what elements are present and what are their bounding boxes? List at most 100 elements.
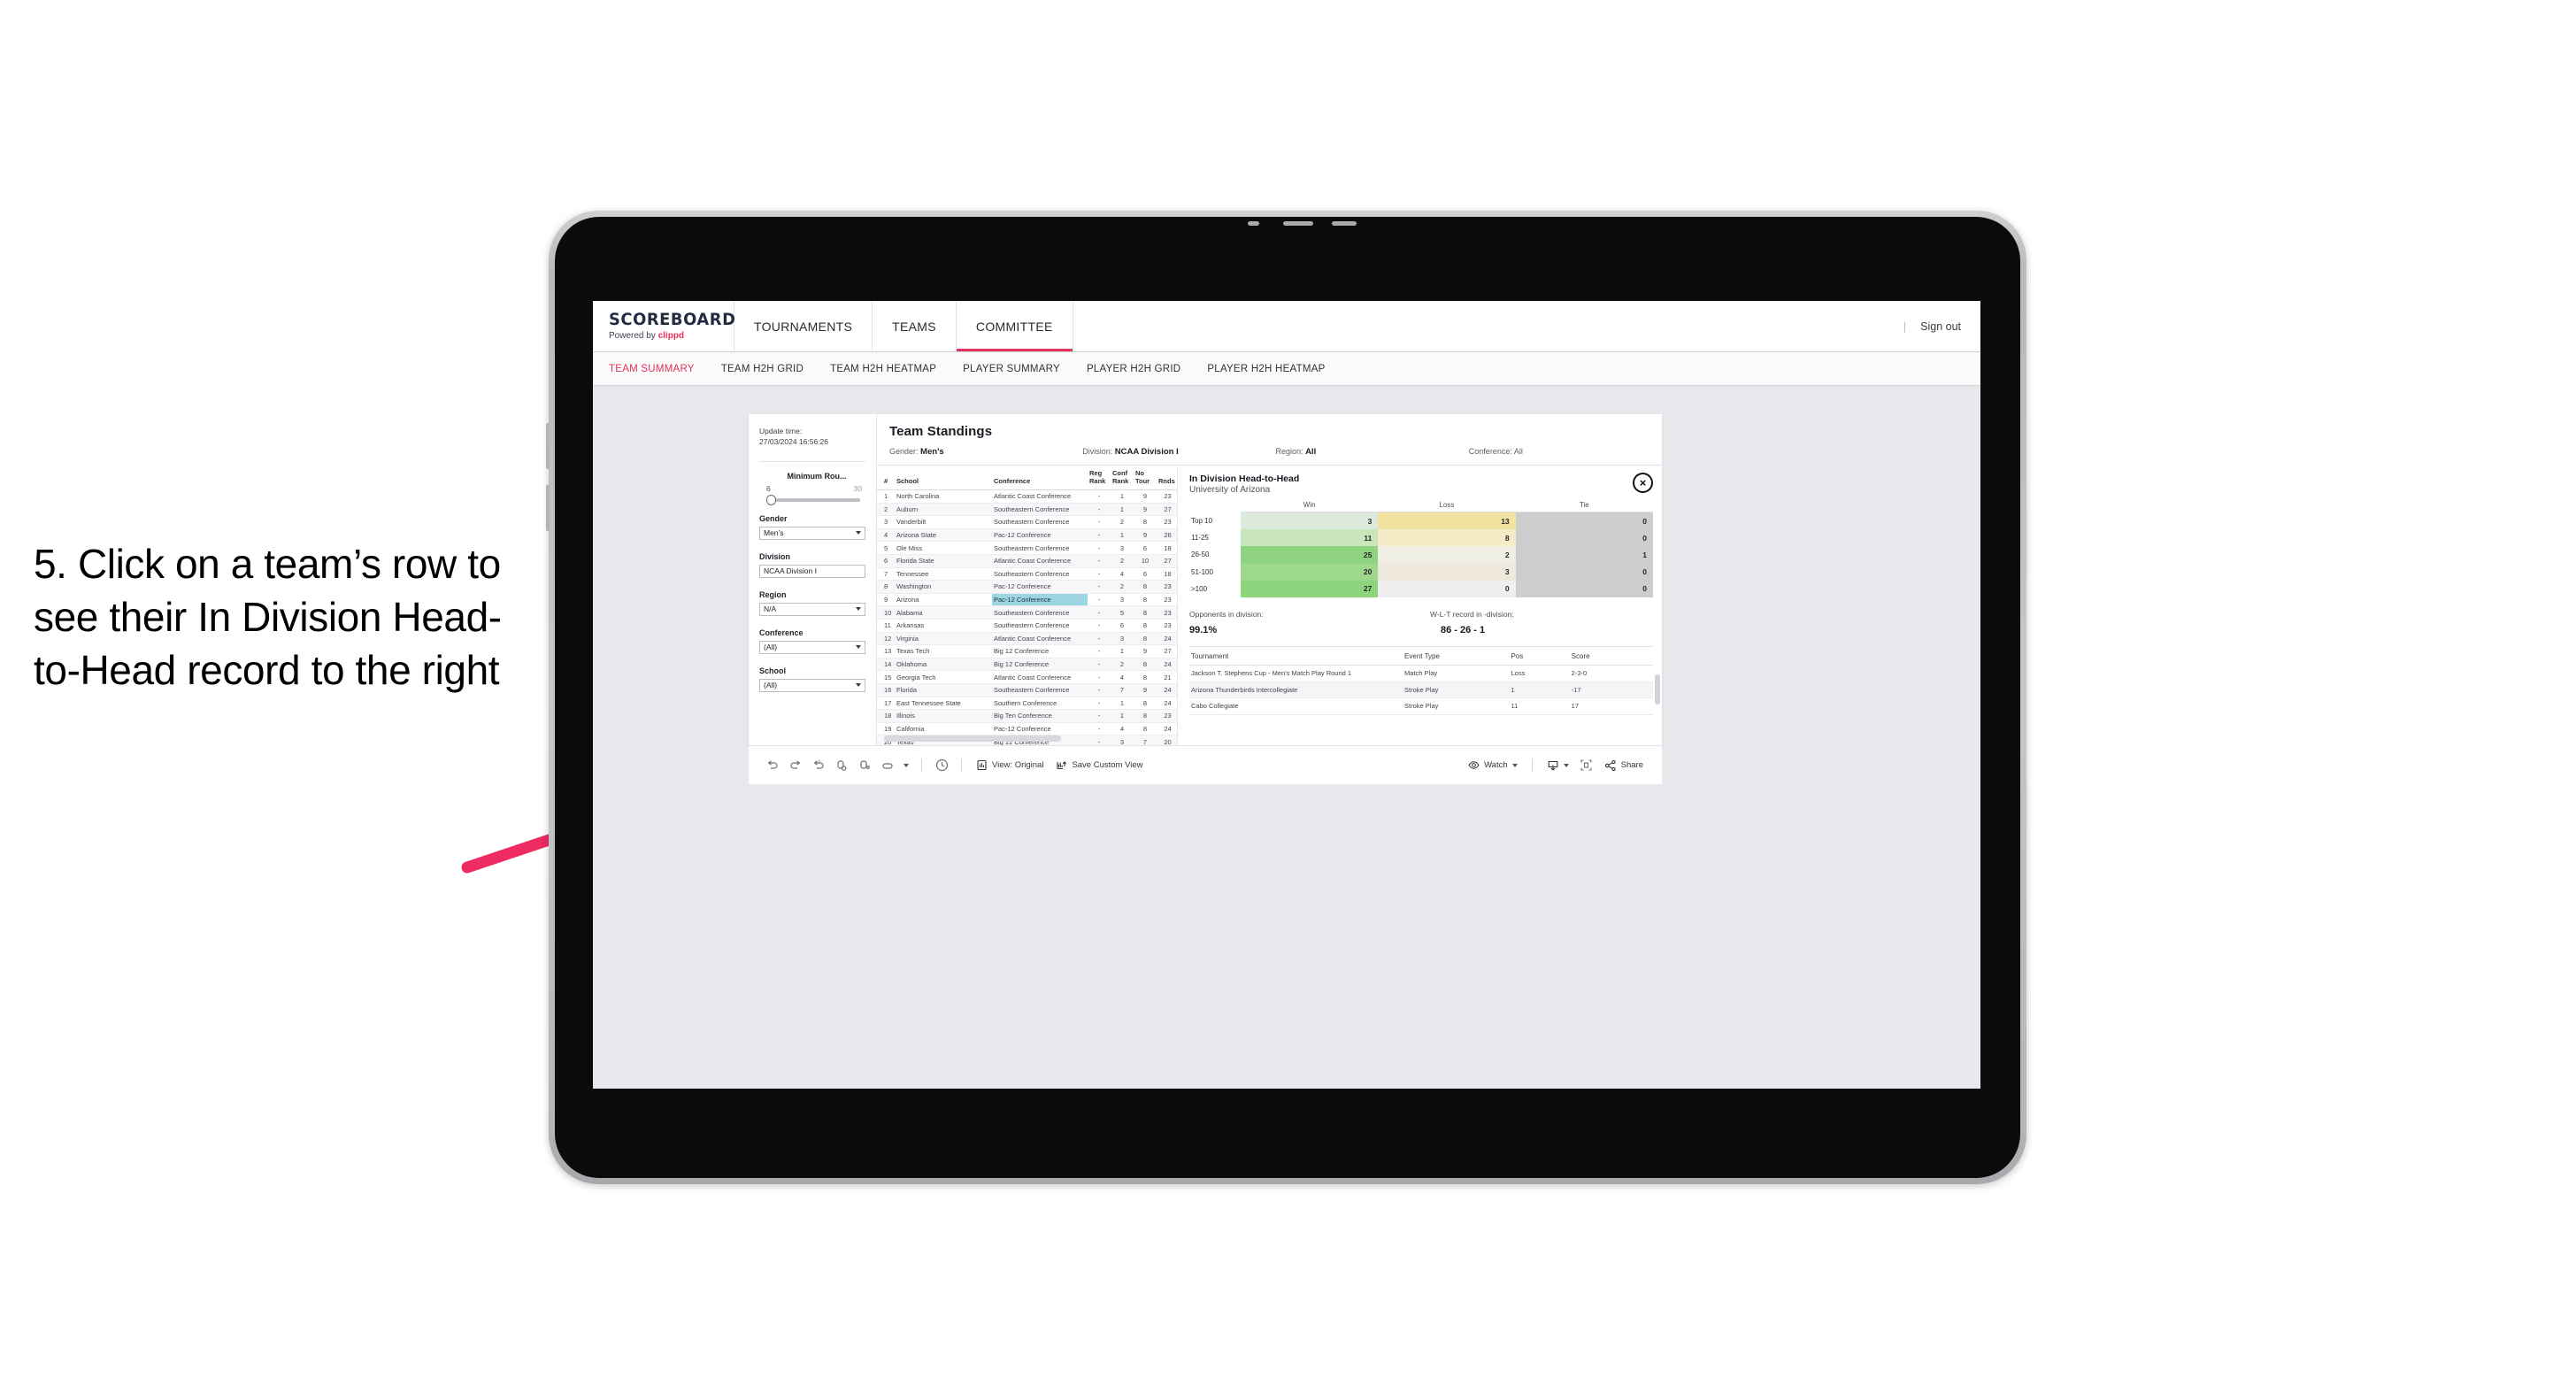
- clock-icon[interactable]: [930, 754, 953, 777]
- tab-player-h2h-grid[interactable]: PLAYER H2H GRID: [1087, 364, 1180, 374]
- minimum-rounds-slider[interactable]: [766, 494, 860, 505]
- slider-handle[interactable]: [766, 494, 776, 505]
- cell-rnds: 23: [1157, 619, 1177, 633]
- heatmap-cell-win: 3: [1241, 512, 1379, 530]
- table-row[interactable]: 17 East Tennessee State Southern Conferenc…: [877, 697, 1177, 711]
- table-row[interactable]: 9ArizonaPac-12 Conference-38232: [877, 593, 1177, 607]
- cell-reg-rank: -: [1088, 619, 1111, 633]
- cell-rank: 19: [877, 722, 895, 736]
- pause-updates-icon[interactable]: [853, 754, 876, 777]
- watch-button[interactable]: Watch: [1462, 759, 1524, 771]
- table-row[interactable]: 13Texas TechBig 12 Conference-19272: [877, 644, 1177, 658]
- nav-tab-committee[interactable]: COMMITTEE: [956, 301, 1073, 351]
- cell-reg-rank: -: [1088, 697, 1111, 711]
- cell-reg-rank: -: [1088, 503, 1111, 517]
- toolbar-divider: [1531, 758, 1533, 772]
- share-button[interactable]: Share: [1598, 759, 1649, 772]
- table-row[interactable]: 12 Virginia Atlantic Coast Conference -3 8 24…: [877, 632, 1177, 646]
- table-row[interactable]: 7TennesseeSoutheastern Conference-46182: [877, 567, 1177, 581]
- sign-out-link[interactable]: Sign out: [1920, 320, 1961, 333]
- cell-no-tour: 9: [1134, 644, 1157, 658]
- col-rank: #: [877, 466, 895, 490]
- heatmap-cell-tie: 0: [1515, 512, 1653, 530]
- cell-conf-rank: 2: [1111, 554, 1134, 568]
- tournament-row[interactable]: Arizona Thunderbirds Intercollegiate Stro…: [1189, 681, 1653, 699]
- chevron-down-icon: [1563, 763, 1569, 767]
- tournament-row[interactable]: Jackson T. Stephens Cup - Men’s Match Pl…: [1189, 665, 1653, 682]
- heatmap-cell-loss: 8: [1378, 529, 1516, 547]
- table-row[interactable]: 4Arizona StatePac-12 Conference-19261: [877, 528, 1177, 543]
- tab-player-h2h-heatmap[interactable]: PLAYER H2H HEATMAP: [1207, 364, 1325, 374]
- tab-player-summary[interactable]: PLAYER SUMMARY: [963, 364, 1060, 374]
- view-original-button[interactable]: View: Original: [970, 759, 1050, 771]
- wlt-value: 86 - 26 - 1: [1441, 624, 1486, 635]
- gender-select[interactable]: Men’s: [759, 526, 865, 540]
- chevron-down-icon: [856, 531, 861, 535]
- tournament-header-row: Tournament Event Type Pos Score: [1189, 648, 1653, 666]
- table-row[interactable]: 10AlabamaSoutheastern Conference-58233: [877, 605, 1177, 620]
- cell-rnds: 24: [1157, 683, 1177, 697]
- table-row[interactable]: 15 Georgia Tech Atlantic Coast Conference -…: [877, 670, 1177, 684]
- redo-icon[interactable]: [784, 754, 807, 777]
- tab-team-summary[interactable]: TEAM SUMMARY: [609, 364, 695, 374]
- table-row[interactable]: 8WashingtonPac-12 Conference-28231: [877, 580, 1177, 594]
- table-row[interactable]: 5Ole MissSoutheastern Conference-36181: [877, 541, 1177, 555]
- eye-icon: [1468, 761, 1480, 769]
- wlt-record: W-L-T record in -division: 86 - 26 - 1: [1421, 610, 1653, 635]
- table-row[interactable]: 2AuburnSoutheastern Conference-19276: [877, 503, 1177, 517]
- gender-filter: Gender Men’s: [759, 514, 865, 540]
- slider-range-labels: 6 30: [759, 484, 865, 493]
- cell-no-tour: 8: [1134, 632, 1157, 646]
- cell-reg-rank: -: [1088, 683, 1111, 697]
- cell-school: Ole Miss: [895, 541, 992, 555]
- table-row[interactable]: 14OklahomaBig 12 Conference-28242: [877, 658, 1177, 672]
- table-row[interactable]: 18IllinoisBig Ten Conference-18233: [877, 709, 1177, 723]
- chevron-down-icon[interactable]: [899, 754, 913, 777]
- cell-pos: Loss: [1509, 665, 1570, 682]
- tournament-row[interactable]: Cabo Collegiate Stroke Play 11 17: [1189, 697, 1653, 716]
- region-select[interactable]: N/A: [759, 602, 865, 616]
- cell-rnds: 27: [1157, 503, 1177, 517]
- conference-select[interactable]: (All): [759, 640, 865, 654]
- tournament-scrollbar[interactable]: [1655, 674, 1660, 705]
- cell-conference: Atlantic Coast Conference: [992, 489, 1088, 504]
- cell-rnds: 26: [1157, 528, 1177, 543]
- heatmap-cell-tie: 0: [1515, 563, 1653, 581]
- minimum-rounds-label: Minimum Rou...: [787, 471, 847, 481]
- nav-tab-teams[interactable]: TEAMS: [873, 301, 957, 351]
- cell-school: California: [895, 722, 992, 736]
- heatmap-cell-win: 11: [1241, 529, 1379, 547]
- table-row[interactable]: 3VanderbiltSoutheastern Conference-28235: [877, 515, 1177, 529]
- cell-conference: Big Ten Conference: [992, 709, 1088, 723]
- table-row[interactable]: 1 North Carolina Atlantic Coast Conference…: [877, 489, 1177, 504]
- table-row[interactable]: 16FloridaSoutheastern Conference-79244: [877, 683, 1177, 697]
- opponents-value: 99.1%: [1189, 624, 1218, 635]
- close-icon[interactable]: ×: [1633, 473, 1653, 493]
- tab-team-h2h-grid[interactable]: TEAM H2H GRID: [721, 364, 804, 374]
- table-row[interactable]: 19CaliforniaPac-12 Conference-48242: [877, 722, 1177, 736]
- school-select[interactable]: (All): [759, 678, 865, 692]
- horizontal-scrollbar[interactable]: [884, 735, 1061, 742]
- division-select[interactable]: NCAA Division I: [759, 564, 865, 578]
- tab-team-h2h-heatmap[interactable]: TEAM H2H HEATMAP: [830, 364, 936, 374]
- shape-icon[interactable]: [876, 754, 899, 777]
- update-time-label: Update time:: [759, 427, 803, 435]
- cell-rank: 16: [877, 683, 895, 697]
- cell-rank: 17: [877, 697, 895, 711]
- table-row[interactable]: 6 Florida State Atlantic Coast Conference -…: [877, 554, 1177, 568]
- cell-event-type: Match Play: [1403, 665, 1510, 682]
- table-row[interactable]: 11ArkansasSoutheastern Conference-68232: [877, 619, 1177, 633]
- undo-icon[interactable]: [761, 754, 784, 777]
- fullscreen-icon[interactable]: [1575, 754, 1598, 777]
- cell-reg-rank: -: [1088, 670, 1111, 684]
- cell-school: Alabama: [895, 605, 992, 620]
- nav-tab-tournaments[interactable]: TOURNAMENTS: [734, 301, 873, 351]
- page-title: Team Standings: [889, 424, 993, 439]
- refresh-data-icon[interactable]: [830, 754, 853, 777]
- revert-icon[interactable]: [807, 754, 830, 777]
- download-button[interactable]: [1541, 759, 1575, 772]
- col-rnds: Rnds: [1157, 466, 1177, 490]
- save-custom-view-button[interactable]: Save Custom View: [1050, 759, 1149, 771]
- cell-conference: Big 12 Conference: [992, 658, 1088, 672]
- cell-rnds: 23: [1157, 580, 1177, 594]
